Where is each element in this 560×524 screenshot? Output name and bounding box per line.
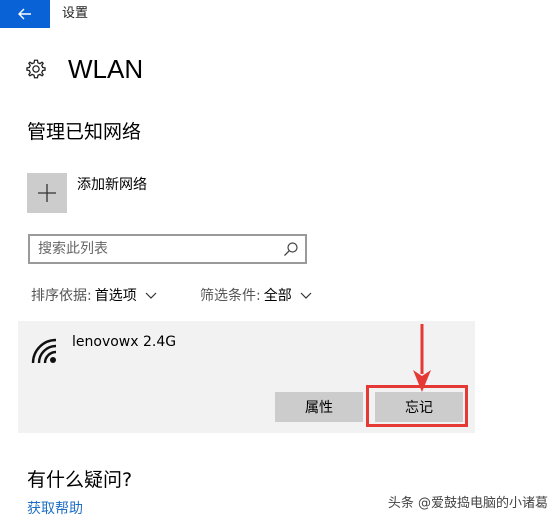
add-network-button[interactable] [27,173,67,213]
sort-value: 首选项 [94,288,137,304]
arrow-down-icon [413,324,431,392]
add-network-label[interactable]: 添加新网络 [77,174,147,196]
network-name: lenovowx 2.4G [72,334,177,350]
wifi-icon [31,338,57,364]
back-button[interactable] [0,0,50,28]
help-title: 有什么疑问? [27,469,133,491]
plus-icon [38,184,56,202]
sort-label: 排序依据: [31,288,92,304]
watermark: 头条 @爱鼓捣电脑的小诸葛 [387,496,548,511]
section-title: 管理已知网络 [27,121,142,143]
sort-dropdown[interactable]: 排序依据: 首选项 [31,285,157,307]
chevron-down-icon [145,292,157,299]
properties-button[interactable]: 属性 [275,392,363,422]
arrow-left-icon [18,8,31,20]
filter-dropdown[interactable]: 筛选条件: 全部 [200,285,312,307]
forget-button[interactable]: 忘记 [375,392,463,422]
network-list-item[interactable]: lenovowx 2.4G 属性 忘记 [18,321,475,433]
search-input[interactable] [30,236,278,262]
window-title: 设置 [62,6,89,21]
chevron-down-icon [300,292,312,299]
title-bar: 设置 [0,0,560,28]
filter-label: 筛选条件: [200,288,261,304]
search-box [28,234,307,264]
gear-icon [26,59,46,79]
filter-value: 全部 [263,288,292,304]
page-title: WLAN [68,54,144,84]
search-icon[interactable] [283,241,299,257]
settings-window: 设置 WLAN 管理已知网络 添加新网络 排序依据: 首选项 筛选条件: 全部 [0,0,560,524]
get-help-link[interactable]: 获取帮助 [27,498,83,520]
